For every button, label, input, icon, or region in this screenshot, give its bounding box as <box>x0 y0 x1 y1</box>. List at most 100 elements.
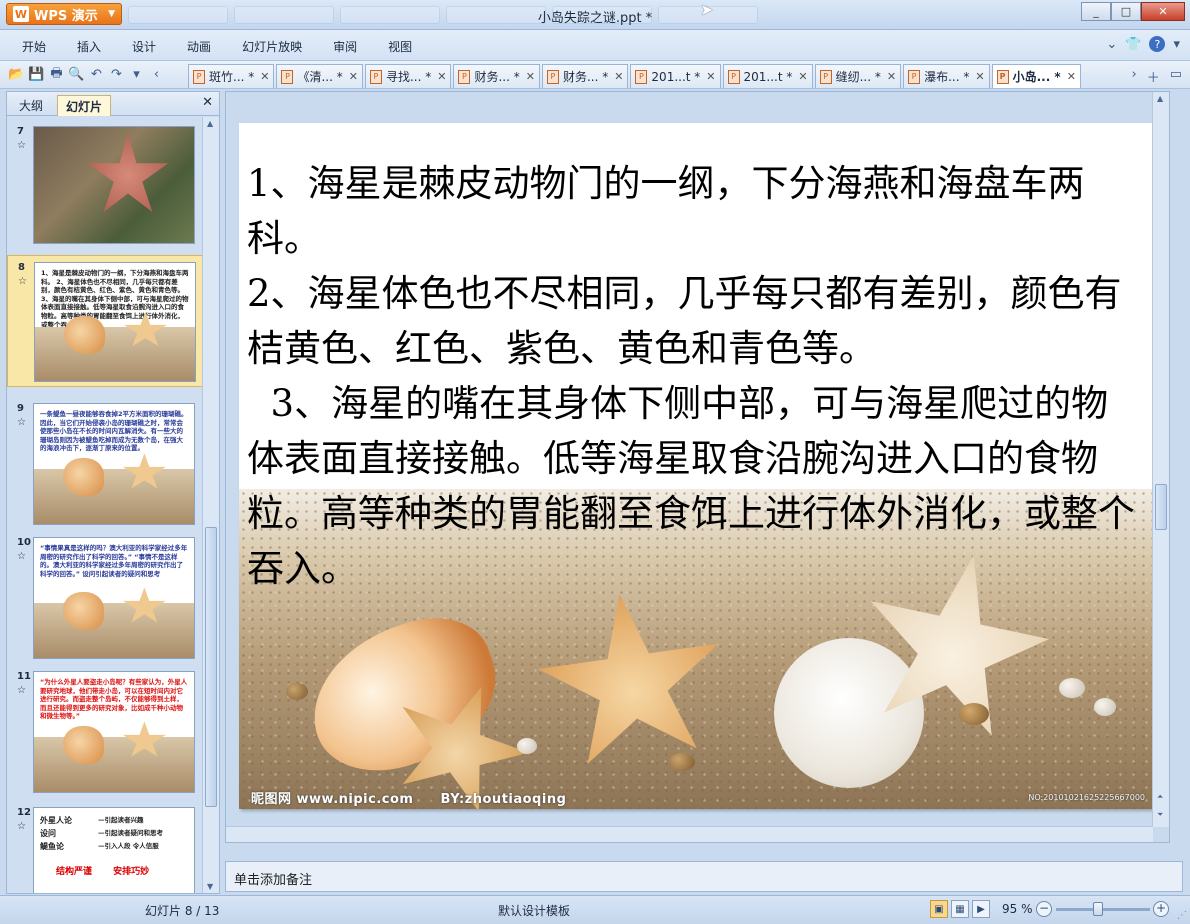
help-icon[interactable]: ? <box>1149 36 1166 52</box>
notes-splitter[interactable] <box>225 845 1170 859</box>
animation-star-icon: ☆ <box>17 821 26 832</box>
close-window-button[interactable]: ✕ <box>1141 2 1185 21</box>
next-slide-icon[interactable]: ⏷ <box>1157 810 1163 820</box>
watermark-id: NO:20101021625225667000 <box>1028 793 1145 802</box>
close-icon[interactable]: ✕ <box>349 70 358 83</box>
print-preview-icon[interactable]: 🔍 <box>68 66 85 83</box>
slide-vertical-scrollbar[interactable]: ▲ ⏶ ⏷ <box>1152 92 1169 827</box>
slide-horizontal-scrollbar[interactable] <box>226 826 1153 842</box>
close-panel-icon[interactable]: ✕ <box>202 95 213 110</box>
slide-number: 11 <box>17 671 31 682</box>
slide-paragraph: 3、海星的嘴在其身体下侧中部，可与海星爬过的物体表面直接接触。低等海星取食沿腕沟… <box>247 382 1135 590</box>
close-icon[interactable]: ✕ <box>887 70 896 83</box>
scroll-down-icon[interactable]: ▼ <box>207 882 213 891</box>
skin-shirt-icon[interactable]: 👕 <box>1125 37 1141 52</box>
ppt-file-icon: P <box>281 69 294 84</box>
open-folder-icon[interactable]: 📂 <box>8 66 25 83</box>
starfish-photo <box>87 133 169 212</box>
doc-tab[interactable]: P 201...t * ✕ <box>722 64 813 88</box>
slide-thumbnail-7[interactable]: 7 ☆ <box>7 120 203 246</box>
menu-review[interactable]: 审阅 <box>333 38 357 55</box>
doc-tab[interactable]: P 财务... * ✕ <box>541 64 629 88</box>
undo-icon[interactable]: ↶ <box>88 66 105 83</box>
doc-tab-label: 财务... * <box>474 70 520 84</box>
print-icon[interactable]: 🖶 <box>48 66 65 83</box>
notes-pane[interactable]: 单击添加备注 <box>225 861 1183 892</box>
slide-number: 9 <box>17 403 24 414</box>
close-icon[interactable]: ✕ <box>1067 70 1076 83</box>
slide-number: 12 <box>17 807 31 818</box>
tab-layout-icon[interactable]: ▭ <box>1170 67 1182 86</box>
toolbar-dropdown-icon[interactable]: ▾ <box>128 66 145 83</box>
close-icon[interactable]: ✕ <box>260 70 269 83</box>
slide-thumbnail-10[interactable]: 10 ☆ “事情果真是这样的吗？澳大利亚的科学家经过多年周密的研究作出了科学的回… <box>7 531 203 663</box>
slide-thumbnail-8[interactable]: 8 ☆ 1、海星是棘皮动物门的一纲，下分海燕和海盘车两科。 2、海星体色也不尽相… <box>7 255 203 387</box>
zoom-slider[interactable] <box>1056 908 1150 911</box>
menu-slideshow[interactable]: 幻灯片放映 <box>242 38 302 55</box>
doc-tab[interactable]: P 《清... * ✕ <box>276 64 363 88</box>
collapse-ribbon-icon[interactable]: ⌄ <box>1106 37 1117 52</box>
close-icon[interactable]: ✕ <box>975 70 984 83</box>
close-icon[interactable]: ✕ <box>437 70 446 83</box>
save-icon[interactable]: 💾 <box>28 66 45 83</box>
slide-thumbnail-12[interactable]: 12 ☆ 外星人论 设问 鳀鱼论 —引起读者兴趣 —引起读者疑问和思考 —引入人… <box>7 801 203 893</box>
zoom-slider-handle[interactable] <box>1093 902 1103 916</box>
menu-design[interactable]: 设计 <box>132 38 156 55</box>
doc-tab-label: 《清... * <box>297 70 343 84</box>
doc-tab[interactable]: P 寻找... * ✕ <box>364 64 452 88</box>
previous-slide-icon[interactable]: ⏶ <box>1157 792 1163 802</box>
tab-slides[interactable]: 幻灯片 <box>57 95 112 116</box>
slide-preview: 外星人论 设问 鳀鱼论 —引起读者兴趣 —引起读者疑问和思考 —引入人段 令人信… <box>33 807 195 893</box>
menu-insert[interactable]: 插入 <box>77 38 101 55</box>
thumb12-note: —引起读者疑问和思考 <box>98 829 163 837</box>
close-icon[interactable]: ✕ <box>706 70 715 83</box>
thumbnail-text: “为什么外星人要盗走小岛呢？有些家认为，外星人要研究地球，他们带走小岛，可以在短… <box>40 678 188 721</box>
pebble-image <box>1059 678 1085 698</box>
scroll-up-icon[interactable]: ▲ <box>1157 94 1163 103</box>
close-icon[interactable]: ✕ <box>798 70 807 83</box>
minimize-button[interactable]: _ <box>1081 2 1111 21</box>
doc-tab[interactable]: P 缝纫... * ✕ <box>814 64 902 88</box>
tab-outline[interactable]: 大纲 <box>11 95 51 116</box>
normal-view-icon[interactable]: ▣ <box>930 900 948 918</box>
menu-home[interactable]: 开始 <box>22 38 46 55</box>
ppt-file-icon: P <box>996 69 1009 84</box>
redo-icon[interactable]: ↷ <box>108 66 125 83</box>
tabs-scroll-right-icon[interactable]: › <box>1131 67 1136 86</box>
slide-preview <box>33 126 195 244</box>
doc-tab[interactable]: P 瀑布... * ✕ <box>903 64 990 88</box>
slide-thumbnail-9[interactable]: 9 ☆ 一条鳀鱼一昼夜能够吞食掉2平方米面积的珊瑚礁。因此，当它们开始侵袭小岛的… <box>7 397 203 529</box>
scroll-up-icon[interactable]: ▲ <box>207 119 213 128</box>
quick-toolbar: 📂 💾 🖶 🔍 ↶ ↷ ▾ ‹ P 斑竹... * ✕ P 《清... * ✕ P 寻找.… <box>0 61 1190 89</box>
slide-preview: 一条鳀鱼一昼夜能够吞食掉2平方米面积的珊瑚礁。因此，当它们开始侵袭小岛的珊瑚礁之… <box>33 403 195 525</box>
resize-grip-icon[interactable]: ⋰ <box>1177 910 1187 921</box>
doc-tab[interactable]: P 斑竹... * ✕ <box>188 64 275 88</box>
slide-body-textbox[interactable]: 1、海星是棘皮动物门的一纲，下分海燕和海盘车两科。 2、海星体色也不尽相同，几乎… <box>247 156 1137 596</box>
slide-sorter-icon[interactable]: ▦ <box>951 900 969 918</box>
slide-number: 10 <box>17 537 31 548</box>
chevron-down-icon[interactable]: ▾ <box>1173 37 1180 52</box>
doc-tab[interactable]: P 财务... * ✕ <box>453 64 540 88</box>
ppt-file-icon: P <box>908 69 921 84</box>
close-icon[interactable]: ✕ <box>526 70 535 83</box>
menu-animation[interactable]: 动画 <box>187 38 211 55</box>
slideshow-play-icon[interactable]: ▶ <box>972 900 990 918</box>
ppt-file-icon: P <box>727 69 740 84</box>
doc-tab[interactable]: P 201...t * ✕ <box>630 64 721 88</box>
close-icon[interactable]: ✕ <box>614 70 623 83</box>
tabs-scroll-left-icon[interactable]: ‹ <box>148 66 165 83</box>
thumbnail-text: “事情果真是这样的吗？澳大利亚的科学家经过多年周密的研究作出了科学的回答。” “… <box>40 544 188 578</box>
thumbnail-scrollbar[interactable]: ▲ ▼ <box>202 117 219 893</box>
design-template-name[interactable]: 默认设计模板 <box>498 902 570 919</box>
doc-tab-active[interactable]: P 小岛... * ✕ <box>991 64 1081 88</box>
menu-view[interactable]: 视图 <box>388 38 412 55</box>
current-slide[interactable]: 昵图网 www.nipic.com BY:zhoutiaoqing NO:201… <box>239 123 1153 809</box>
scrollbar-thumb[interactable] <box>205 527 217 807</box>
new-tab-plus-icon[interactable]: ＋ <box>1147 67 1160 86</box>
doc-tab-label: 瀑布... * <box>924 70 970 84</box>
zoom-in-button[interactable]: + <box>1153 901 1169 917</box>
zoom-out-button[interactable]: − <box>1036 901 1052 917</box>
scrollbar-thumb[interactable] <box>1155 484 1167 530</box>
maximize-button[interactable]: □ <box>1111 2 1141 21</box>
slide-thumbnail-11[interactable]: 11 ☆ “为什么外星人要盗走小岛呢？有些家认为，外星人要研究地球，他们带走小岛… <box>7 665 203 797</box>
